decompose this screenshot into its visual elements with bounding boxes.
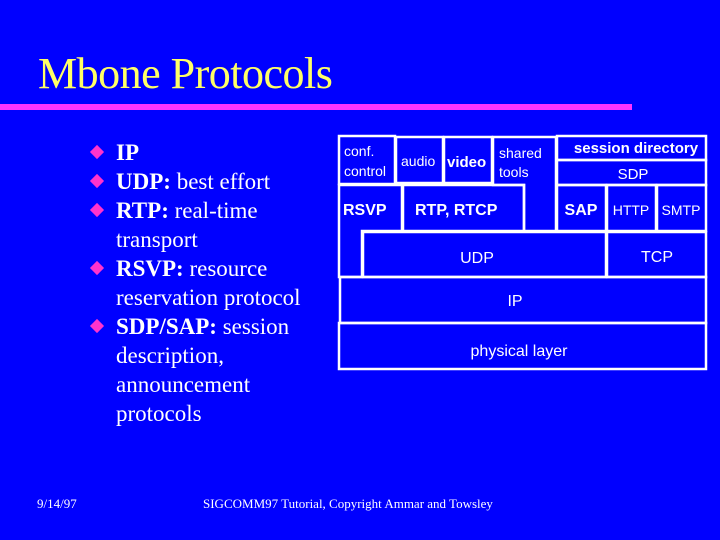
label-conf: conf. [344,143,374,159]
label-ip: IP [507,293,522,310]
label-rtp-rtcp: RTP, RTCP [415,202,498,219]
label-sap: SAP [565,202,598,219]
label-rsvp: RSVP [343,202,387,219]
label-smtp: SMTP [662,202,701,218]
label-tools: tools [499,164,529,180]
protocol-stack-diagram: conf. control audio video shared tools s… [337,134,708,371]
label-udp: UDP [460,250,494,267]
footer-copyright: SIGCOMM97 Tutorial, Copyright Ammar and … [203,496,493,511]
label-shared: shared [499,145,542,161]
label-sdp: SDP [618,166,649,183]
label-audio: audio [401,153,435,169]
label-physical-layer: physical layer [471,343,569,360]
footer-date: 9/14/97 [37,496,77,511]
label-control: control [344,163,386,179]
label-http: HTTP [613,202,650,218]
label-session-directory: session directory [574,140,699,157]
label-tcp: TCP [641,249,673,266]
box-ip [338,275,708,325]
label-video: video [447,154,486,171]
